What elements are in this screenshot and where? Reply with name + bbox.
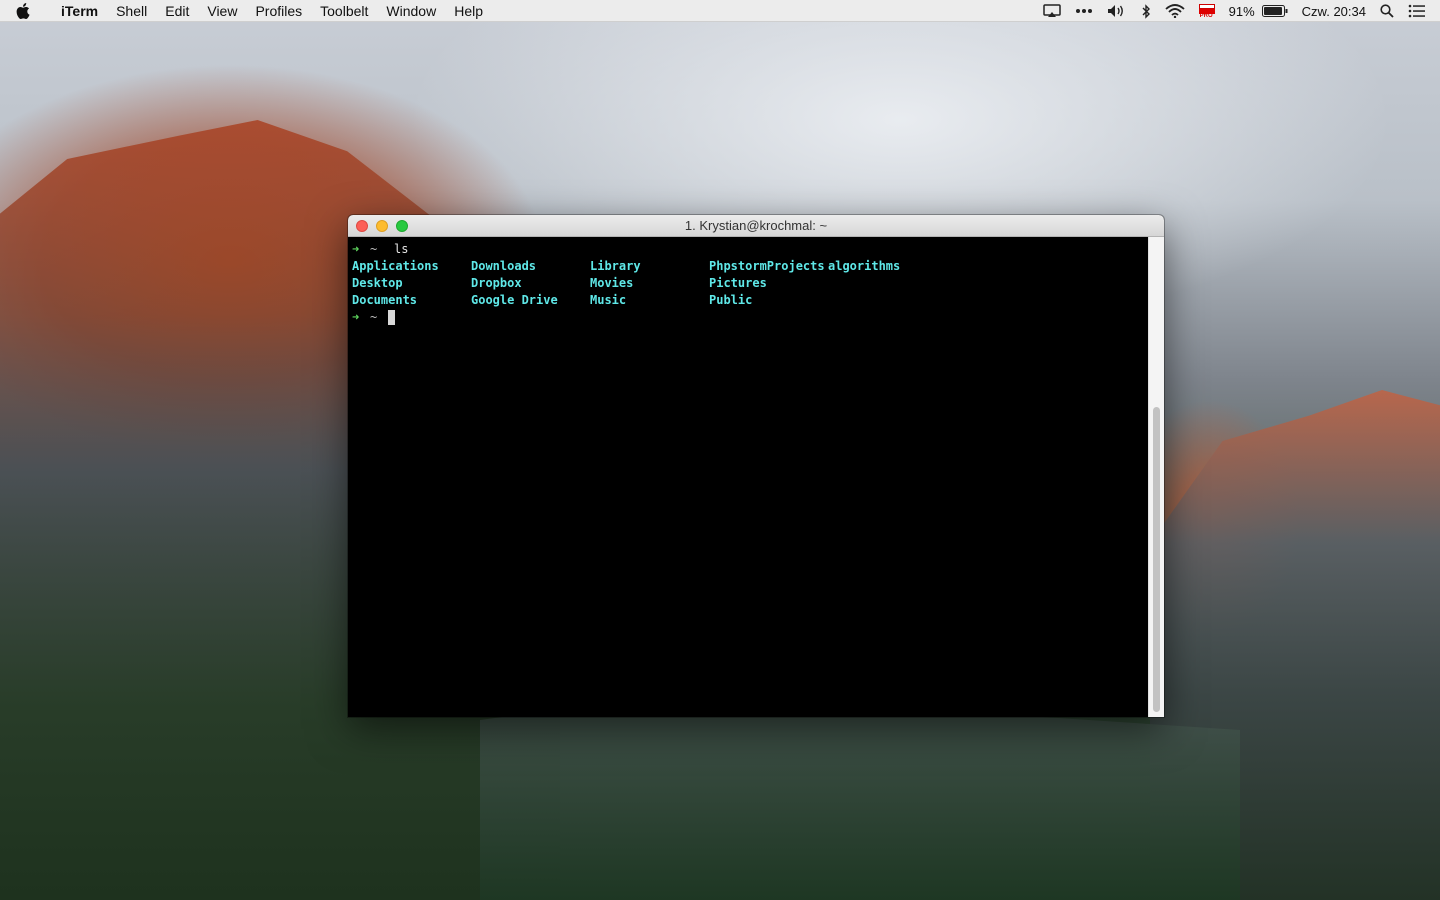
notification-center-icon[interactable]	[1408, 0, 1426, 22]
menu-help[interactable]: Help	[445, 0, 492, 22]
prompt-line-ls: ➜ ~ ls	[352, 241, 1148, 258]
prompt-dir: ~	[370, 242, 378, 256]
apple-menu-icon[interactable]	[16, 2, 38, 19]
window-titlebar[interactable]: 1. Krystian@krochmal: ~	[348, 215, 1164, 237]
menu-view[interactable]: View	[198, 0, 246, 22]
volume-icon[interactable]	[1107, 0, 1127, 22]
dir-entry: Public	[709, 293, 753, 307]
prompt-line-current: ➜ ~	[352, 309, 1148, 326]
dir-entry: Music	[590, 293, 627, 307]
wifi-icon[interactable]	[1165, 0, 1185, 22]
menu-bar: iTerm Shell Edit View Profiles Toolbelt …	[0, 0, 1440, 22]
prompt-arrow-icon: ➜	[352, 242, 360, 256]
iterm-window[interactable]: 1. Krystian@krochmal: ~ ➜ ~ ls Application…	[348, 215, 1164, 717]
menu-toolbelt[interactable]: Toolbelt	[311, 0, 377, 22]
text-cursor	[388, 310, 395, 325]
command-text: ls	[394, 242, 409, 256]
prompt-arrow-icon: ➜	[352, 310, 360, 324]
spotlight-icon[interactable]	[1380, 0, 1394, 22]
battery-percent: 91%	[1228, 3, 1255, 19]
more-icon[interactable]	[1075, 0, 1093, 22]
flag-label: PRO	[1199, 13, 1213, 19]
dir-entry: Downloads	[471, 259, 537, 273]
dir-entry: Pictures	[709, 276, 767, 290]
dir-entry: Movies	[590, 276, 634, 290]
scrollbar-thumb[interactable]	[1153, 407, 1160, 712]
dir-entry: Desktop	[352, 276, 403, 290]
dir-entry: Documents	[352, 293, 418, 307]
bluetooth-icon[interactable]	[1141, 0, 1151, 22]
dir-entry: Applications	[352, 259, 439, 273]
listing-row: Documents Google Drive Music Public	[352, 292, 1148, 309]
menu-app-iterm[interactable]: iTerm	[52, 0, 107, 22]
menu-shell[interactable]: Shell	[107, 0, 156, 22]
battery-icon[interactable]	[1261, 0, 1288, 22]
listing-row: Applications Downloads Library PhpstormProj…	[352, 258, 1148, 275]
menu-clock[interactable]: Czw. 20:34	[1302, 0, 1366, 22]
dir-entry: algorithms	[828, 259, 901, 273]
wallpaper-valley	[480, 700, 1240, 900]
menu-window[interactable]: Window	[377, 0, 445, 22]
menu-edit[interactable]: Edit	[156, 0, 198, 22]
prompt-dir: ~	[370, 310, 378, 324]
window-title: 1. Krystian@krochmal: ~	[684, 218, 828, 233]
flag-icon[interactable]: PRO	[1198, 0, 1215, 22]
dir-entry: Google Drive	[471, 293, 558, 307]
dir-entry: Dropbox	[471, 276, 522, 290]
listing-row: Desktop Dropbox Movies Pictures	[352, 275, 1148, 292]
dir-entry: Library	[590, 259, 641, 273]
status-menus: PRO 91% Czw. 20:34	[1036, 0, 1440, 22]
menu-profiles[interactable]: Profiles	[246, 0, 311, 22]
terminal-scrollbar[interactable]	[1148, 237, 1164, 717]
dir-entry: PhpstormProjects	[709, 259, 825, 273]
terminal-content[interactable]: ➜ ~ ls Applications Downloads Library Phpstor…	[348, 237, 1148, 717]
airplay-icon[interactable]	[1042, 0, 1061, 22]
